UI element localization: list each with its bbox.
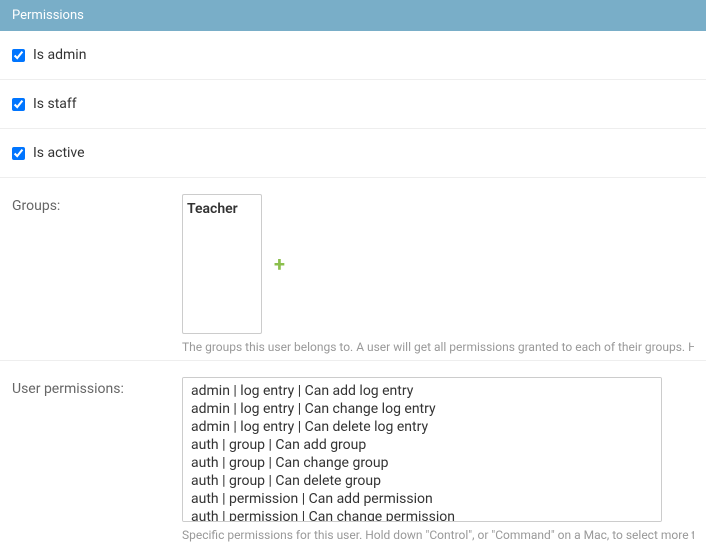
is-admin-label: Is admin: [33, 47, 86, 63]
permission-option[interactable]: admin | log entry | Can add log entry: [187, 382, 657, 400]
is-active-label: Is active: [33, 145, 85, 161]
groups-help-text: The groups this user belongs to. A user …: [182, 340, 694, 354]
permission-option[interactable]: auth | group | Can delete group: [187, 472, 657, 490]
permission-option[interactable]: admin | log entry | Can change log entry: [187, 400, 657, 418]
permission-option[interactable]: auth | permission | Can change permissio…: [187, 508, 657, 522]
permissions-section-header: Permissions: [0, 0, 706, 31]
user-permissions-select[interactable]: admin | log entry | Can add log entryadm…: [182, 377, 662, 522]
user-permissions-row: User permissions: admin | log entry | Ca…: [0, 361, 706, 548]
add-group-icon[interactable]: +: [274, 254, 285, 274]
permissions-title: Permissions: [12, 8, 84, 23]
is-active-checkbox[interactable]: [12, 147, 25, 160]
groups-row: Groups: Teacher + The groups this user b…: [0, 178, 706, 361]
is-admin-checkbox[interactable]: [12, 49, 25, 62]
is-staff-checkbox[interactable]: [12, 98, 25, 111]
permission-option[interactable]: auth | permission | Can add permission: [187, 490, 657, 508]
is-staff-row: Is staff: [0, 80, 706, 129]
permission-option[interactable]: auth | group | Can add group: [187, 436, 657, 454]
groups-label: Groups:: [12, 194, 182, 214]
permission-option[interactable]: admin | log entry | Can delete log entry: [187, 418, 657, 436]
groups-option[interactable]: Teacher: [187, 199, 257, 219]
user-permissions-help-text: Specific permissions for this user. Hold…: [182, 528, 694, 542]
is-staff-label: Is staff: [33, 96, 77, 112]
is-admin-row: Is admin: [0, 31, 706, 80]
is-active-row: Is active: [0, 129, 706, 178]
permission-option[interactable]: auth | group | Can change group: [187, 454, 657, 472]
user-permissions-label: User permissions:: [12, 377, 182, 397]
groups-select[interactable]: Teacher: [182, 194, 262, 334]
